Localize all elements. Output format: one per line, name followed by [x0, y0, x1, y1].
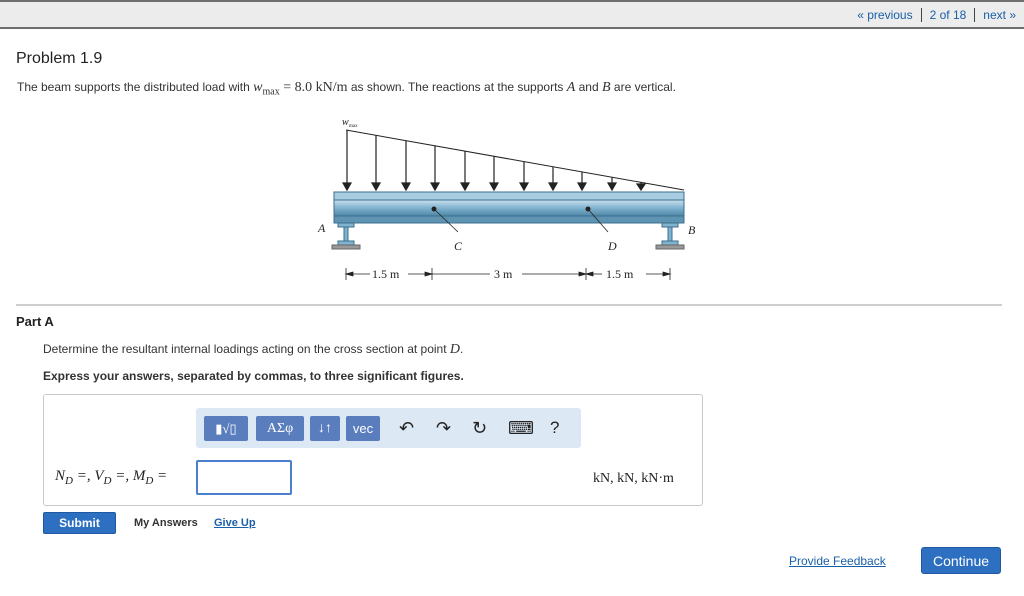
sort-button[interactable]: ↓↑ [310, 416, 340, 441]
math-toolbar: ▮√▯ ΑΣφ ↓↑ vec ↶ ↷ ↻ ⌨ ? [196, 408, 581, 448]
support-b-symbol: B [602, 80, 611, 95]
answer-instruction: Express your answers, separated by comma… [43, 369, 464, 383]
w-value: = 8.0 kN/m [279, 80, 348, 95]
label-d: D [607, 239, 617, 253]
greek-symbols-button[interactable]: ΑΣφ [256, 416, 304, 441]
undo-icon[interactable]: ↶ [399, 418, 414, 439]
problem-statement: The beam supports the distributed load w… [17, 80, 676, 97]
statement-text: The beam supports the distributed load w… [17, 80, 254, 94]
answer-label: ND =, VD =, MD = [55, 468, 167, 487]
section-divider [16, 304, 1002, 306]
support-a [331, 222, 361, 250]
templates-button[interactable]: ▮√▯ [204, 416, 248, 441]
previous-link[interactable]: « previous [857, 8, 912, 22]
beam-top-flange [333, 191, 685, 201]
help-icon[interactable]: ? [550, 418, 559, 438]
continue-button[interactable]: Continue [921, 547, 1001, 574]
w-subscript: max [262, 86, 280, 98]
problem-position: 2 of 18 [929, 8, 967, 22]
statement-text: as shown. The reactions at the supports [347, 80, 567, 94]
statement-text: are vertical. [610, 80, 676, 94]
next-link[interactable]: next » [983, 8, 1016, 22]
label-b: B [688, 223, 696, 237]
nav-separator [920, 8, 922, 22]
nav-separator [974, 8, 976, 22]
dimension-ac: 1.5 m [372, 267, 400, 281]
beam-diagram: w max A B C D 1.5 m 3 m 1.5 m [317, 117, 696, 281]
beam-web [333, 199, 685, 217]
beam-bottom-flange [333, 215, 685, 224]
answer-box: ▮√▯ ΑΣφ ↓↑ vec ↶ ↷ ↻ ⌨ ? ND =, VD =, MD … [43, 394, 703, 506]
give-up-link[interactable]: Give Up [214, 517, 256, 529]
problem-title: Problem 1.9 [16, 50, 103, 67]
dimension-db: 1.5 m [606, 267, 634, 281]
part-a-question: Determine the resultant internal loading… [43, 342, 463, 358]
question-point: D [449, 342, 461, 357]
problem-navigation: « previous 2 of 18 next » [857, 8, 1016, 22]
support-a-symbol: A [566, 80, 576, 95]
my-answers-label: My Answers [134, 517, 198, 529]
answer-variables: ND =, VD =, MD = [55, 468, 168, 487]
reset-icon[interactable]: ↻ [472, 418, 487, 439]
answer-units: kN, kN, kN·m [593, 471, 674, 486]
redo-icon[interactable]: ↷ [436, 418, 451, 439]
label-c: C [454, 239, 463, 253]
keyboard-icon[interactable]: ⌨ [508, 418, 534, 439]
support-b [655, 222, 685, 250]
top-navigation-bar: « previous 2 of 18 next » [0, 0, 1024, 29]
distributed-load [341, 129, 685, 192]
provide-feedback-link[interactable]: Provide Feedback [789, 554, 886, 568]
vector-button[interactable]: vec [346, 416, 380, 441]
question-text: Determine the resultant internal loading… [43, 342, 450, 356]
part-a-heading: Part A [16, 314, 54, 329]
question-period: . [460, 342, 464, 356]
answer-input[interactable] [196, 460, 292, 495]
wmax-label: w [342, 117, 349, 128]
statement-text: and [575, 80, 602, 94]
dimension-cd: 3 m [494, 267, 513, 281]
wmax-subscript: max [349, 124, 358, 129]
label-a: A [317, 221, 326, 235]
submit-button[interactable]: Submit [43, 512, 116, 534]
